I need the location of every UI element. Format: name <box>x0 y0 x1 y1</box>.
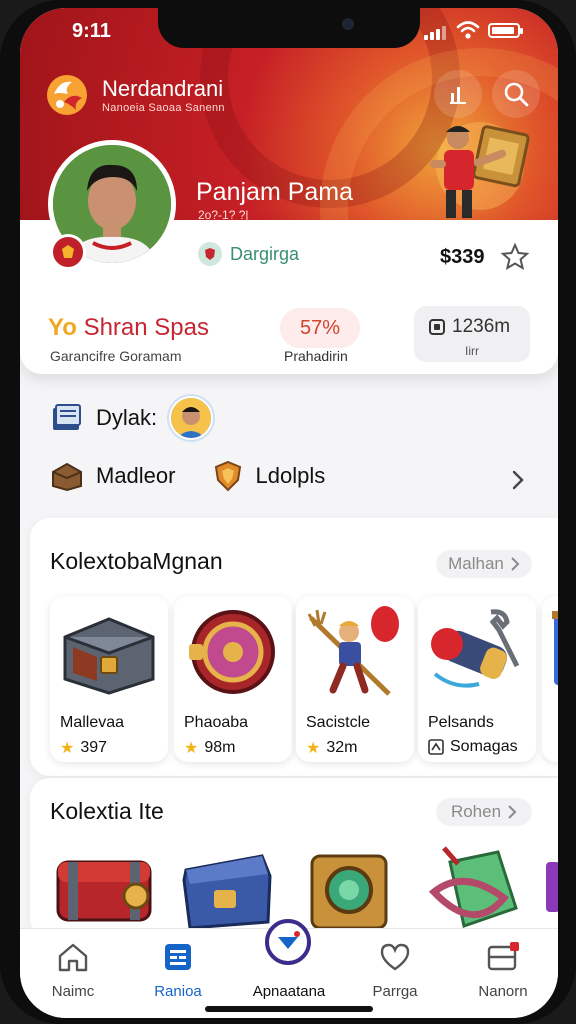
stat-primary-prefix: Yo <box>48 314 77 341</box>
bottom-nav: Naimc Ranioa Apnaatana Parrga Nanorn <box>20 919 558 1018</box>
items-more-button[interactable]: Rohen <box>436 798 532 826</box>
home-indicator <box>205 1006 373 1012</box>
collection-item-partial[interactable] <box>542 596 558 762</box>
nav-tab-center[interactable]: Apnaatana <box>241 983 337 1000</box>
player-illustration-icon <box>430 122 530 218</box>
star-icon: ★ <box>184 740 199 757</box>
partial-item-icon[interactable] <box>544 858 558 918</box>
rank-badge-icon <box>50 234 86 270</box>
home-icon <box>58 943 88 972</box>
item-name: Phaoaba <box>184 714 249 731</box>
nav-label: Parrga <box>372 983 418 1000</box>
stat-time-value: 1236m <box>452 316 511 337</box>
item-name: Mallevaa <box>60 714 125 731</box>
items-title: Kolextia Ite <box>50 798 164 824</box>
collection-item[interactable]: Pelsands Somagas <box>418 596 536 762</box>
phone-frame: 9:11 Nerdandrani Nanoeia Saoaa Sanenn Pa… <box>0 0 576 1024</box>
signal-icon <box>424 26 446 40</box>
nav-center-button[interactable] <box>265 919 311 965</box>
chest-icon <box>52 462 82 492</box>
chevron-right-icon <box>508 805 517 819</box>
market-row[interactable]: Madleor Ldolpls <box>50 460 325 492</box>
stat-primary-value: Shran Spas <box>83 314 209 341</box>
crest-icon <box>215 460 242 492</box>
collection-item[interactable]: Mallevaa ★ 397 <box>50 596 168 762</box>
stat-primary-label: Garancifre Goramam <box>50 348 182 364</box>
brand-name: Nerdandrani <box>102 76 224 101</box>
search-icon <box>504 82 529 107</box>
bar-chart-icon <box>450 87 466 104</box>
nav-tab-ranking[interactable]: Ranioa <box>133 939 223 1000</box>
star-icon: ★ <box>306 740 321 757</box>
collection-item[interactable]: Sacistcle ★ 32m <box>296 596 414 762</box>
daily-row-label: Dylak: <box>96 405 158 430</box>
app-screen: 9:11 Nerdandrani Nanoeia Saoaa Sanenn Pa… <box>20 8 558 1018</box>
profile-tag-label: Dargirga <box>230 243 300 264</box>
nav-label: Naimc <box>51 983 95 1000</box>
stat-primary: Yo Shran Spas <box>48 314 209 342</box>
collection-item[interactable]: Phaoaba ★ 98m <box>174 596 292 762</box>
profile-price: $339 <box>440 246 485 268</box>
status-time: 9:11 <box>72 20 111 42</box>
item-name: Sacistcle <box>306 714 371 731</box>
daily-avatar <box>169 396 214 440</box>
chart-button[interactable] <box>434 70 482 118</box>
book-icon <box>53 404 81 430</box>
favorite-star-icon[interactable] <box>500 242 530 272</box>
stat-time-label: Iirr <box>465 344 479 358</box>
cannon-icon <box>422 604 532 700</box>
shield-wheel-icon <box>178 604 288 700</box>
steel-chest-icon <box>54 604 164 700</box>
daily-row[interactable]: Dylak: <box>50 396 214 440</box>
nav-label: Nanorn <box>478 983 528 1000</box>
item-name: Pelsands <box>428 714 494 731</box>
clubs-row-label: Ldolpls <box>255 463 326 488</box>
market-row-label: Madleor <box>96 463 176 488</box>
search-button[interactable] <box>492 70 540 118</box>
grid-list-icon <box>165 944 191 970</box>
stat-percent-badge: 57% <box>280 308 360 348</box>
wifi-icon <box>456 21 480 39</box>
stat-percent-label: Prahadirin <box>284 348 348 364</box>
nav-label: Apnaatana <box>252 983 326 1000</box>
collection-title: KolextobaMgnan <box>50 548 223 574</box>
hero-figure-icon <box>300 604 410 700</box>
notch <box>158 8 420 48</box>
brand-subtitle: Nanoeia Saoaa Sanenn <box>102 102 225 114</box>
gift-bag-icon[interactable] <box>424 838 524 934</box>
camera <box>342 18 354 30</box>
collection-more-button[interactable]: Malhan <box>436 550 532 578</box>
nav-label: Ranioa <box>154 983 202 1000</box>
items-section: Kolextia Ite Rohen <box>30 778 558 938</box>
app-logo-icon <box>47 75 87 115</box>
battery-icon <box>488 23 523 38</box>
collection-section: KolextobaMgnan Malhan Mallevaa ★ 397 Pha… <box>30 518 558 776</box>
item-price: 397 <box>80 739 108 756</box>
inbox-icon <box>487 942 519 971</box>
gold-chest-icon[interactable] <box>302 844 394 934</box>
blue-chest-icon[interactable] <box>178 844 274 934</box>
down-arrow-icon <box>278 931 300 949</box>
nav-tab-notifications[interactable]: Nanorn <box>458 939 548 1000</box>
profile-subtitle: 2o?-1? ?| <box>198 208 249 222</box>
potion-icon <box>546 604 558 700</box>
refresh-icon <box>428 739 444 755</box>
profile-tag[interactable]: Dargirga <box>198 242 299 266</box>
item-price: 32m <box>326 739 358 756</box>
nav-tab-favorites[interactable]: Parrga <box>350 939 440 1000</box>
clock-icon <box>429 319 445 335</box>
nav-tab-home[interactable]: Naimc <box>28 939 118 1000</box>
item-price: Somagas <box>450 738 518 755</box>
profile-name: Panjam Pama <box>196 178 354 206</box>
chevron-right-icon <box>511 557 520 571</box>
collection-more-label: Malhan <box>448 554 504 573</box>
chevron-right-icon[interactable] <box>510 468 526 492</box>
red-chest-icon[interactable] <box>52 850 156 930</box>
shield-icon <box>198 242 222 266</box>
items-more-label: Rohen <box>450 802 502 821</box>
stat-time-box[interactable]: 1236m Iirr <box>414 306 530 362</box>
star-icon: ★ <box>60 740 75 757</box>
heart-icon <box>380 943 410 971</box>
item-price: 98m <box>204 739 236 756</box>
